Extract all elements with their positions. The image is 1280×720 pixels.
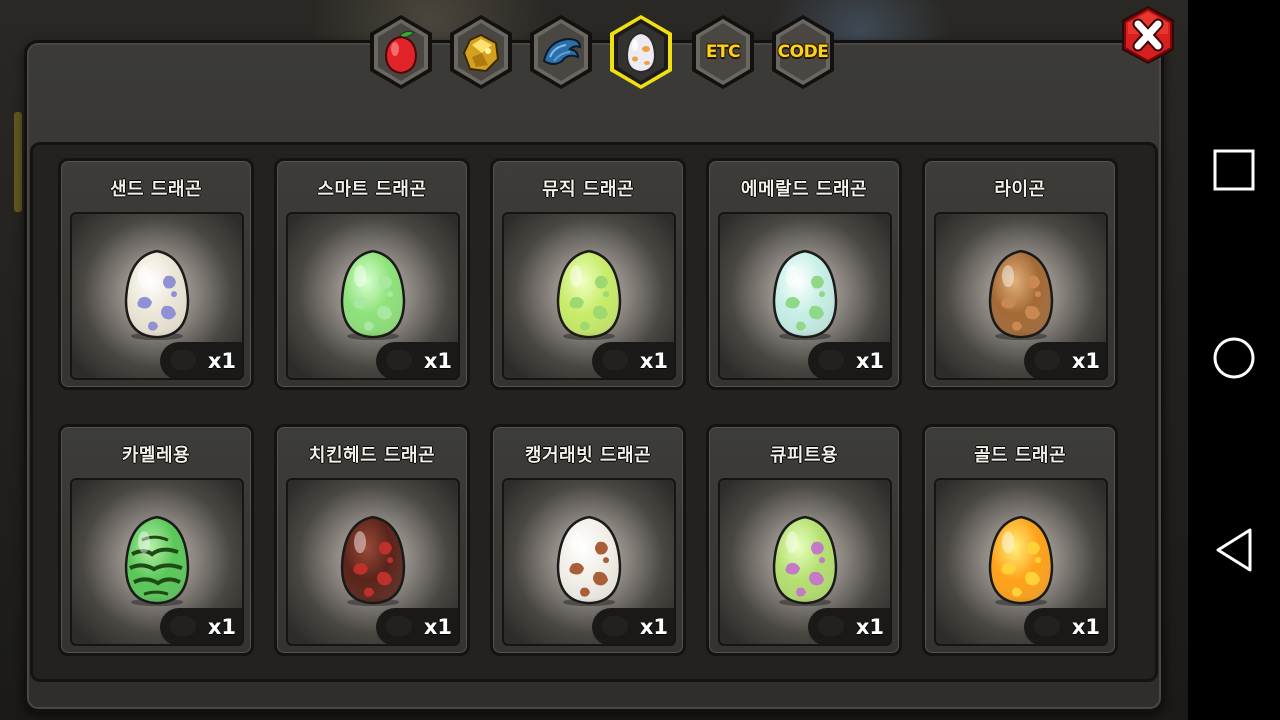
egg-name: 라이곤 xyxy=(994,179,1046,200)
egg-icon xyxy=(340,515,406,607)
quantity-badge: x1 xyxy=(160,342,242,378)
backdrop-detail xyxy=(14,112,22,212)
tab-egg[interactable] xyxy=(608,14,674,90)
egg-icon xyxy=(988,249,1054,341)
quantity-badge: x1 xyxy=(376,608,458,644)
quantity-badge: x1 xyxy=(160,608,242,644)
system-nav-bar xyxy=(1188,0,1280,720)
tab-fruit[interactable] xyxy=(368,14,434,90)
quantity-label: x1 xyxy=(855,615,884,639)
egg-name: 캥거래빗 드래곤 xyxy=(524,445,652,466)
tab-code[interactable]: CODE xyxy=(770,14,836,90)
egg-icon xyxy=(988,515,1054,607)
egg-slot: x1 xyxy=(934,212,1108,380)
quantity-label: x1 xyxy=(1071,615,1100,639)
tab-ore[interactable] xyxy=(448,14,514,90)
quantity-badge: x1 xyxy=(808,342,890,378)
egg-slot: x1 xyxy=(286,478,460,646)
egg-card[interactable]: 치킨헤드 드래곤 x1 xyxy=(274,424,470,656)
blue-scale-icon xyxy=(542,37,582,65)
quantity-label: x1 xyxy=(1071,349,1100,373)
egg-icon xyxy=(772,249,838,341)
quantity-label: x1 xyxy=(855,349,884,373)
quantity-label: x1 xyxy=(423,615,452,639)
egg-name: 에메랄드 드래곤 xyxy=(740,179,868,200)
egg-slot: x1 xyxy=(718,478,892,646)
quantity-label: x1 xyxy=(207,349,236,373)
egg-card[interactable]: 에메랄드 드래곤 x1 xyxy=(706,158,902,390)
egg-slot: x1 xyxy=(286,212,460,380)
egg-icon xyxy=(556,249,622,341)
egg-card[interactable]: 뮤직 드래곤 x1 xyxy=(490,158,686,390)
red-fruit-icon xyxy=(384,30,418,75)
quantity-label: x1 xyxy=(639,615,668,639)
recent-apps-button[interactable] xyxy=(1208,144,1260,196)
egg-name: 치킨헤드 드래곤 xyxy=(308,445,436,466)
tab-code-label: CODE xyxy=(777,42,829,62)
egg-slot: x1 xyxy=(934,478,1108,646)
egg-card[interactable]: 샌드 드래곤 x1 xyxy=(58,158,254,390)
egg-name: 샌드 드래곤 xyxy=(109,179,203,200)
egg-icon xyxy=(772,515,838,607)
tab-scale[interactable] xyxy=(528,14,594,90)
tab-etc-label: ETC xyxy=(705,42,741,62)
gold-ore-icon xyxy=(462,33,500,73)
quantity-badge: x1 xyxy=(1024,342,1106,378)
egg-name: 카멜레용 xyxy=(121,445,191,466)
quantity-label: x1 xyxy=(207,615,236,639)
egg-icon xyxy=(340,249,406,341)
egg-slot: x1 xyxy=(718,212,892,380)
egg-card[interactable]: 큐피트용 x1 xyxy=(706,424,902,656)
egg-name: 스마트 드래곤 xyxy=(317,179,427,200)
egg-slot: x1 xyxy=(502,212,676,380)
egg-card[interactable]: 골드 드래곤 x1 xyxy=(922,424,1118,656)
quantity-badge: x1 xyxy=(592,608,674,644)
quantity-badge: x1 xyxy=(808,608,890,644)
circle-icon xyxy=(1213,337,1255,379)
egg-card[interactable]: 라이곤 x1 xyxy=(922,158,1118,390)
egg-icon xyxy=(556,515,622,607)
egg-card[interactable]: 캥거래빗 드래곤 x1 xyxy=(490,424,686,656)
triangle-back-icon xyxy=(1216,528,1252,572)
back-button[interactable] xyxy=(1208,524,1260,576)
egg-icon xyxy=(124,515,190,607)
close-icon xyxy=(1122,6,1174,64)
egg-slot: x1 xyxy=(70,212,244,380)
square-icon xyxy=(1213,149,1255,191)
egg-icon xyxy=(625,31,657,74)
egg-slot: x1 xyxy=(70,478,244,646)
egg-card[interactable]: 카멜레용 x1 xyxy=(58,424,254,656)
quantity-badge: x1 xyxy=(376,342,458,378)
close-button[interactable] xyxy=(1118,4,1178,68)
egg-icon xyxy=(124,249,190,341)
egg-name: 큐피트용 xyxy=(769,445,839,466)
egg-card[interactable]: 스마트 드래곤 x1 xyxy=(274,158,470,390)
quantity-badge: x1 xyxy=(592,342,674,378)
egg-name: 뮤직 드래곤 xyxy=(541,179,635,200)
quantity-label: x1 xyxy=(423,349,452,373)
tab-etc[interactable]: ETC xyxy=(690,14,756,90)
egg-name: 골드 드래곤 xyxy=(973,445,1067,466)
quantity-label: x1 xyxy=(639,349,668,373)
home-button[interactable] xyxy=(1208,332,1260,384)
egg-slot: x1 xyxy=(502,478,676,646)
quantity-badge: x1 xyxy=(1024,608,1106,644)
